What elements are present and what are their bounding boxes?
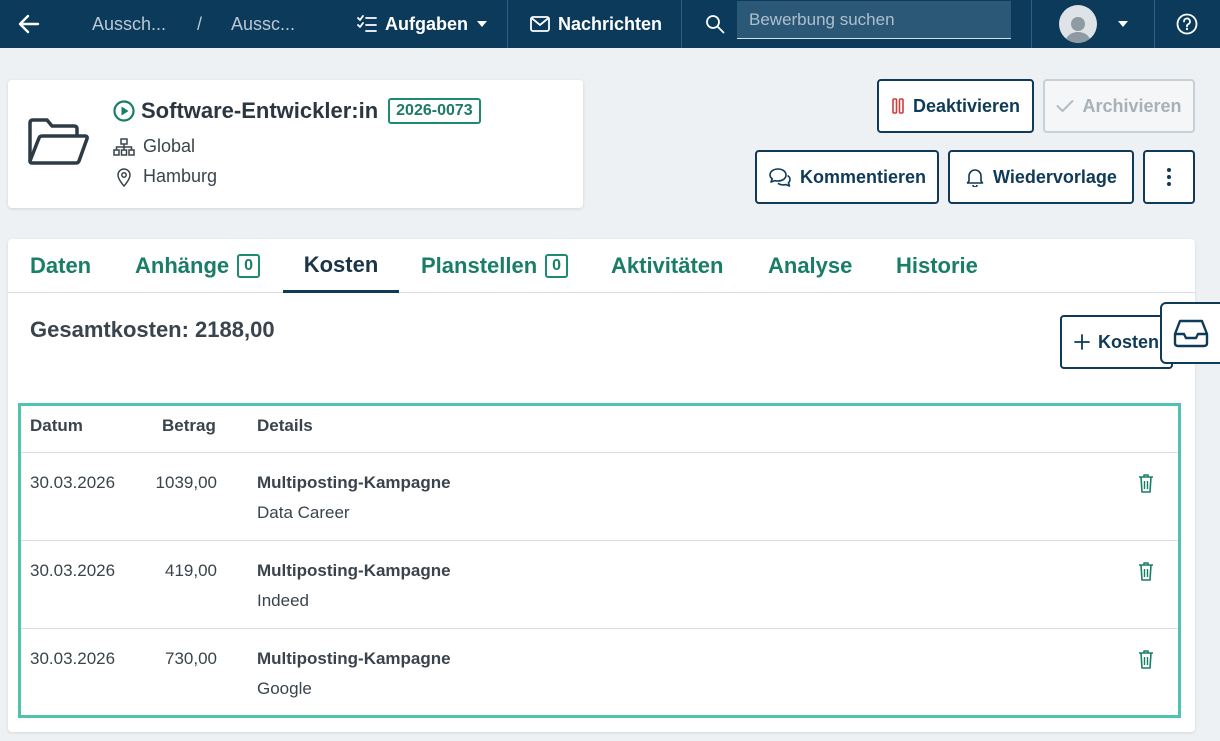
deactivate-button[interactable]: Deaktivieren — [877, 79, 1034, 133]
column-header-date[interactable]: Datum — [30, 416, 83, 436]
tab-bar: Daten Anhänge 0 Kosten Planstellen 0 Akt… — [8, 239, 1195, 293]
help-button[interactable] — [1176, 0, 1198, 48]
divider — [507, 0, 508, 48]
table-row: 30.03.2026 419,00 Multiposting-Kampagne … — [21, 540, 1178, 628]
archive-button[interactable]: Archivieren — [1043, 79, 1195, 133]
question-circle-icon — [1176, 13, 1198, 35]
inbox-side-button[interactable] — [1160, 302, 1220, 364]
tasks-menu-button[interactable]: Aufgaben — [357, 0, 488, 48]
task-list-icon — [357, 15, 377, 32]
resubmission-button[interactable]: Wiedervorlage — [948, 150, 1134, 204]
divider — [1031, 0, 1032, 48]
total-costs: Gesamtkosten: 2188,00 — [30, 317, 275, 342]
back-button[interactable] — [16, 0, 42, 48]
chevron-down-icon — [1118, 21, 1128, 27]
plus-icon — [1074, 334, 1090, 350]
bell-icon — [966, 169, 984, 187]
trash-icon — [1139, 650, 1153, 669]
user-silhouette-icon — [1065, 17, 1091, 43]
chevron-down-icon — [477, 21, 487, 27]
job-location: Hamburg — [143, 166, 218, 186]
cost-date: 30.03.2026 — [30, 473, 116, 492]
job-title: Software-Entwickler:in — [141, 98, 379, 123]
add-cost-button[interactable]: Kosten — [1060, 315, 1173, 369]
user-avatar[interactable] — [1059, 0, 1097, 48]
search-input[interactable] — [737, 1, 1011, 39]
tab-analyse[interactable]: Analyse — [768, 239, 852, 293]
more-vertical-icon — [1167, 168, 1171, 186]
breadcrumb-separator: / — [197, 13, 203, 34]
comment-button[interactable]: Kommentieren — [755, 150, 939, 204]
location-pin-icon — [117, 167, 131, 187]
messages-label: Nachrichten — [558, 13, 663, 34]
check-icon — [1056, 100, 1074, 112]
messages-button[interactable]: Nachrichten — [530, 0, 662, 48]
table-row: 30.03.2026 730,00 Multiposting-Kampagne … — [21, 628, 1178, 716]
column-header-details: Details — [257, 416, 313, 435]
folder-open-icon — [27, 117, 89, 172]
comments-icon — [769, 168, 791, 187]
divider — [681, 0, 682, 48]
tab-label: Planstellen — [421, 253, 538, 278]
delete-row-button[interactable] — [1138, 649, 1154, 674]
resubmission-label: Wiedervorlage — [993, 166, 1117, 187]
job-id-badge: 2026-0073 — [388, 98, 481, 124]
cost-provider: Google — [257, 679, 312, 698]
cost-provider: Data Career — [257, 503, 350, 522]
cost-provider: Indeed — [257, 591, 309, 610]
top-navigation: Aussch... / Aussc... Aufgaben Nachrichte… — [0, 0, 1220, 48]
tab-label: Analyse — [768, 253, 853, 278]
cost-title: Multiposting-Kampagne — [257, 561, 451, 580]
job-summary-card: Software-Entwickler:in 2026-0073 Global … — [8, 80, 583, 208]
tab-label: Kosten — [303, 251, 379, 277]
breadcrumb-item-2[interactable]: Aussc... — [231, 0, 295, 48]
tab-label: Daten — [30, 253, 92, 278]
tab-kosten[interactable]: Kosten — [283, 239, 399, 293]
table-row: 30.03.2026 1039,00 Multiposting-Kampagne… — [21, 452, 1178, 540]
breadcrumb-item-1[interactable]: Aussch... — [92, 0, 166, 48]
trash-icon — [1139, 562, 1153, 581]
cost-amount: 419,00 — [165, 561, 217, 580]
tab-daten[interactable]: Daten — [30, 239, 91, 293]
deactivate-label: Deaktivieren — [912, 95, 1021, 116]
cost-title: Multiposting-Kampagne — [257, 649, 451, 668]
delete-row-button[interactable] — [1138, 561, 1154, 586]
trash-icon — [1139, 474, 1153, 493]
tab-count-badge: 0 — [237, 254, 261, 278]
more-actions-button[interactable] — [1143, 150, 1195, 204]
tab-label: Historie — [896, 253, 978, 278]
org-hierarchy-icon — [113, 137, 135, 156]
archive-label: Archivieren — [1082, 95, 1182, 116]
user-menu-toggle[interactable] — [1117, 0, 1129, 48]
play-circle-icon — [113, 100, 135, 122]
comment-label: Kommentieren — [799, 166, 927, 187]
arrow-left-icon — [18, 14, 40, 34]
tab-planstellen[interactable]: Planstellen 0 — [421, 239, 569, 293]
cost-amount: 730,00 — [165, 649, 217, 668]
cost-title: Multiposting-Kampagne — [257, 473, 451, 492]
envelope-icon — [530, 16, 550, 32]
tab-aktivitaeten[interactable]: Aktivitäten — [611, 239, 723, 293]
divider — [1154, 0, 1155, 48]
cost-amount: 1039,00 — [155, 473, 217, 492]
tab-anhaenge[interactable]: Anhänge 0 — [135, 239, 261, 293]
cost-date: 30.03.2026 — [30, 649, 116, 668]
tab-historie[interactable]: Historie — [896, 239, 978, 293]
add-cost-label: Kosten — [1097, 331, 1159, 352]
job-organization: Global — [143, 136, 196, 156]
column-header-amount[interactable]: Betrag — [162, 416, 216, 436]
inbox-tray-icon — [1173, 319, 1209, 348]
tasks-menu-label: Aufgaben — [385, 13, 468, 34]
search-icon[interactable] — [705, 0, 725, 48]
cost-date: 30.03.2026 — [30, 561, 116, 580]
tab-count-badge: 0 — [545, 254, 569, 278]
tab-label: Anhänge — [135, 253, 230, 278]
delete-row-button[interactable] — [1138, 473, 1154, 498]
tab-label: Aktivitäten — [611, 253, 724, 278]
pause-icon — [892, 98, 904, 114]
costs-table: Datum Betrag Details 30.03.2026 1039,00 … — [18, 403, 1181, 718]
